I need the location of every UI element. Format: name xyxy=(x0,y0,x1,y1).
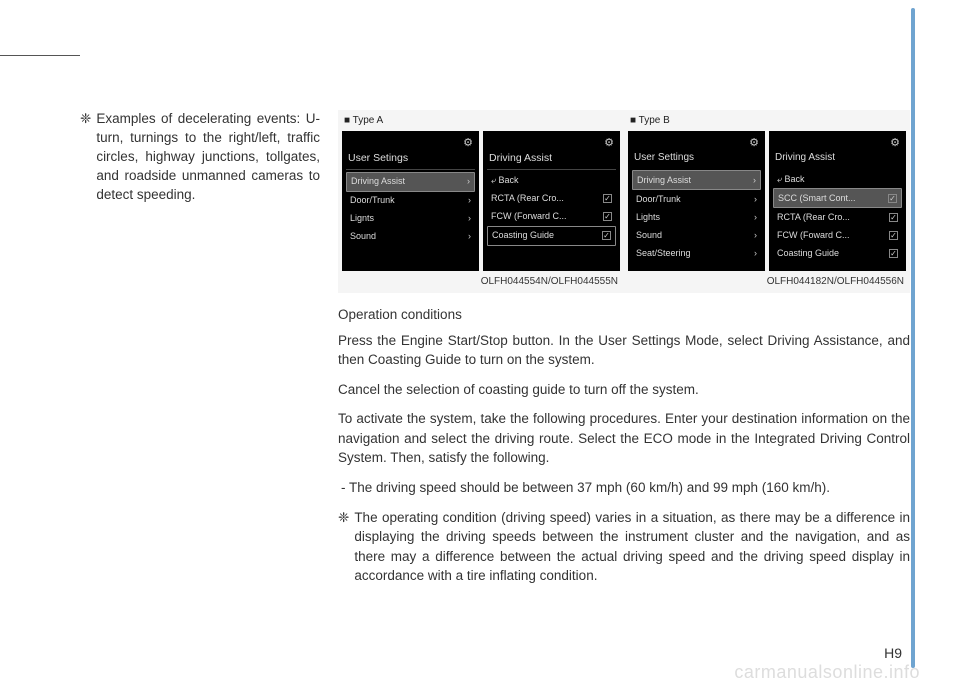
chevron-right-icon: › xyxy=(754,193,757,206)
body-p3: To activate the system, take the followi… xyxy=(338,409,910,468)
menu-item-label: FCW (Foward C... xyxy=(777,229,850,242)
menu-item: RCTA (Rear Cro... ✓ xyxy=(487,190,616,208)
watermark: carmanualsonline.info xyxy=(734,662,920,683)
menu-item-label: SCC (Smart Cont... xyxy=(778,192,856,205)
menu-item: ⤶ Back xyxy=(487,172,616,190)
menu-item-label: Driving Assist xyxy=(351,175,405,188)
caption-a: OLFH044554N/OLFH044555N xyxy=(342,275,620,290)
menu-item-label: Coasting Guide xyxy=(777,247,839,260)
checkbox-icon: ✓ xyxy=(889,231,898,240)
checkbox-icon: ✓ xyxy=(889,249,898,258)
menu-item: Coasting Guide ✓ xyxy=(487,226,616,246)
menu-item: Lignts › xyxy=(346,210,475,228)
left-column: ❈ Examples of decelerating events: U-tur… xyxy=(80,110,320,586)
gear-icon: ⚙ xyxy=(604,136,614,152)
chevron-right-icon: › xyxy=(468,230,471,243)
menu-item: Door/Trunk › xyxy=(632,190,761,208)
right-column: ■ Type A ⚙ User Setings Driving Assist›D… xyxy=(338,110,910,586)
caption-b: OLFH044182N/OLFH044556N xyxy=(628,275,906,290)
menu-item-label: Coasting Guide xyxy=(492,229,554,242)
menu-item-label: Door/Trunk xyxy=(636,193,681,206)
body-p1: Press the Engine Start/Stop button. In t… xyxy=(338,331,910,370)
chevron-right-icon: › xyxy=(467,175,470,188)
menu-item-label: Seat/Steering xyxy=(636,247,691,260)
checkbox-icon: ✓ xyxy=(602,231,611,240)
menu-item: Coasting Guide ✓ xyxy=(773,244,902,262)
menu-item: Seat/Steering › xyxy=(632,244,761,262)
document-page: ❈ Examples of decelerating events: U-tur… xyxy=(0,0,960,689)
body-heading: Operation conditions xyxy=(338,305,910,325)
menu-item: Sound › xyxy=(346,228,475,246)
menu-item: FCW (Forward C... ✓ xyxy=(487,208,616,226)
chevron-right-icon: › xyxy=(754,229,757,242)
menu-item: SCC (Smart Cont... ✓ xyxy=(773,188,902,208)
menu-item-label: Lights xyxy=(636,211,660,224)
menu-item-label: RCTA (Rear Cro... xyxy=(777,211,850,224)
figure-label-b: ■ Type B xyxy=(628,112,906,131)
menu-a1: Driving Assist › Door/Trunk › Lignts › Sound › xyxy=(346,172,475,246)
figures-container: ■ Type A ⚙ User Setings Driving Assist›D… xyxy=(338,110,910,293)
checkbox-icon: ✓ xyxy=(889,213,898,222)
screen-a1: ⚙ User Setings Driving Assist›Door/Trunk… xyxy=(342,131,479,271)
menu-b2: ⤶ BackSCC (Smart Cont...✓RCTA (Rear Cro.… xyxy=(773,170,902,262)
checkbox-icon: ✓ xyxy=(888,194,897,203)
menu-b1: Driving Assist›Door/Trunk›Lights›Sound›S… xyxy=(632,170,761,262)
menu-item-label: ⤶ Back xyxy=(777,173,805,186)
page-number: H9 xyxy=(884,645,902,661)
figure-type-b: ■ Type B ⚙ User Settings Driving Assist ›… xyxy=(628,112,906,289)
menu-item-label: RCTA (Rear Cro... xyxy=(491,192,564,205)
menu-item-label: ⤶ Back xyxy=(491,174,519,187)
screen-a1-title: User Setings xyxy=(346,151,475,170)
menu-item: Sound › xyxy=(632,226,761,244)
screen-b2: ⚙ Driving Assist ⤶ Back SCC (Smart Cont..… xyxy=(769,131,906,271)
note-symbol: ❈ xyxy=(338,508,349,586)
gear-icon: ⚙ xyxy=(890,136,900,152)
body-p2: Cancel the selection of coasting guide t… xyxy=(338,380,910,400)
menu-item: Driving Assist › xyxy=(632,170,761,190)
menu-item-label: Driving Assist xyxy=(637,174,691,187)
chevron-right-icon: › xyxy=(753,174,756,187)
menu-item-label: Sound xyxy=(350,230,376,243)
screen-a2-title: Driving Assist xyxy=(487,151,616,170)
checkbox-icon: ✓ xyxy=(603,212,612,221)
figure-label-a: ■ Type A xyxy=(342,112,620,131)
bullet-text: Examples of decelerating events: U-turn,… xyxy=(96,110,320,204)
bullet-symbol: ❈ xyxy=(80,110,91,204)
menu-item: Door/Trunk › xyxy=(346,192,475,210)
gear-icon: ⚙ xyxy=(749,136,759,152)
checkbox-icon: ✓ xyxy=(603,194,612,203)
screens-a: ⚙ User Setings Driving Assist›Door/Trunk… xyxy=(342,131,620,271)
menu-item: RCTA (Rear Cro... ✓ xyxy=(773,208,902,226)
screen-b2-title: Driving Assist xyxy=(773,151,902,169)
menu-item: Lights › xyxy=(632,208,761,226)
menu-item-label: FCW (Forward C... xyxy=(491,210,567,223)
chevron-right-icon: › xyxy=(468,212,471,225)
screen-b1-title: User Settings xyxy=(632,151,761,169)
screens-b: ⚙ User Settings Driving Assist›Door/Trun… xyxy=(628,131,906,271)
left-bullet-item: ❈ Examples of decelerating events: U-tur… xyxy=(80,110,320,204)
menu-item: Driving Assist › xyxy=(346,172,475,192)
content-columns: ❈ Examples of decelerating events: U-tur… xyxy=(80,110,910,586)
chevron-right-icon: › xyxy=(754,247,757,260)
note-text: The operating condition (driving speed) … xyxy=(354,508,910,586)
menu-item: ⤶ Back xyxy=(773,170,902,188)
menu-a2: ⤶ BackRCTA (Rear Cro...✓FCW (Forward C..… xyxy=(487,172,616,246)
screen-a2: ⚙ Driving Assist ⤶ Back RCTA (Rear Cro...… xyxy=(483,131,620,271)
body-list-item-1: - The driving speed should be between 37… xyxy=(338,478,910,498)
menu-item-label: Door/Trunk xyxy=(350,194,395,207)
gear-icon: ⚙ xyxy=(463,136,473,152)
chevron-right-icon: › xyxy=(468,194,471,207)
screen-b1: ⚙ User Settings Driving Assist›Door/Trun… xyxy=(628,131,765,271)
menu-item-label: Sound xyxy=(636,229,662,242)
menu-item-label: Lignts xyxy=(350,212,374,225)
chevron-right-icon: › xyxy=(754,211,757,224)
body-note: ❈ The operating condition (driving speed… xyxy=(338,508,910,586)
figure-type-a: ■ Type A ⚙ User Setings Driving Assist›D… xyxy=(342,112,620,289)
menu-item: FCW (Foward C... ✓ xyxy=(773,226,902,244)
